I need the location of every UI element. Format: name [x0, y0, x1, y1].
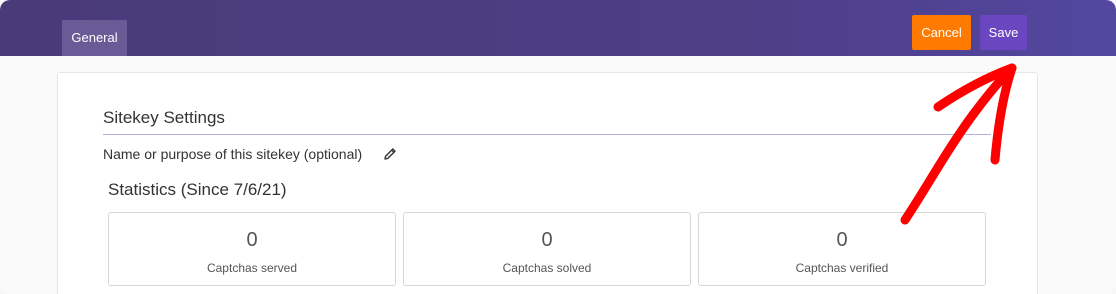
cancel-button[interactable]: Cancel	[912, 15, 971, 50]
save-button[interactable]: Save	[980, 15, 1027, 50]
pencil-icon[interactable]	[382, 146, 398, 162]
stat-value: 0	[836, 229, 848, 251]
top-navigation-bar: General Cancel Save	[0, 0, 1116, 56]
sitekey-settings-title: Sitekey Settings	[103, 108, 225, 127]
tab-general[interactable]: General	[62, 20, 127, 56]
stat-label: Captchas served	[206, 261, 298, 275]
app-window: General Cancel Save Sitekey Settings Nam…	[0, 0, 1116, 294]
sitekey-name-label[interactable]: Name or purpose of this sitekey (optiona…	[103, 146, 362, 162]
stat-label: Captchas verified	[795, 261, 889, 275]
stat-label: Captchas solved	[502, 261, 592, 275]
stat-card-captchas-served: 0 Captchas served	[108, 212, 396, 286]
stat-value: 0	[246, 229, 258, 251]
stat-value: 0	[541, 229, 553, 251]
stat-card-captchas-solved: 0 Captchas solved	[403, 212, 691, 286]
section-divider	[103, 134, 991, 135]
statistics-title: Statistics (Since 7/6/21)	[108, 180, 287, 199]
stat-card-captchas-verified: 0 Captchas verified	[698, 212, 986, 286]
